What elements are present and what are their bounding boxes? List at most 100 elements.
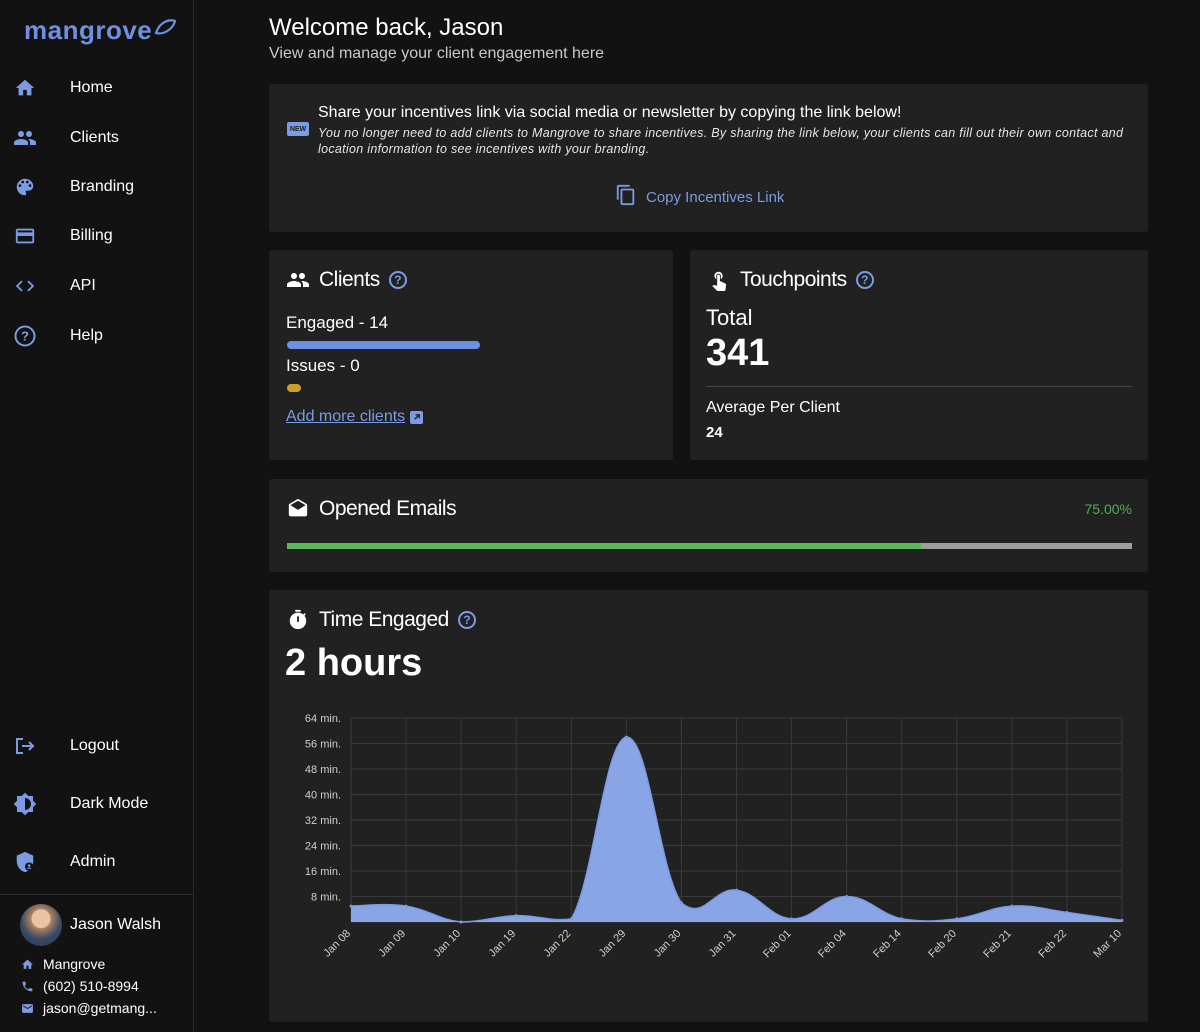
x-tick-label: Feb 01 xyxy=(761,928,794,961)
phone-text: (602) 510-8994 xyxy=(43,978,139,994)
logout-icon xyxy=(13,734,37,758)
chart-data-point xyxy=(845,895,849,898)
x-tick-label: Feb 04 xyxy=(816,928,849,961)
chart-data-point xyxy=(569,917,573,921)
y-tick-label: 56 min. xyxy=(305,739,341,751)
add-more-clients-link[interactable]: Add more clients xyxy=(286,408,424,426)
home-icon xyxy=(20,957,34,971)
time-engaged-value: 2 hours xyxy=(285,642,423,684)
copy-incentives-link-button[interactable]: Copy Incentives Link xyxy=(615,184,784,210)
svg-text:?: ? xyxy=(21,329,29,344)
open-mail-icon xyxy=(286,497,310,521)
x-tick-label: Jan 31 xyxy=(707,928,739,960)
email-text: jason@getmang... xyxy=(43,1000,157,1016)
help-circle-icon: ? xyxy=(13,324,37,348)
engaged-label: Engaged - 14 xyxy=(286,313,389,332)
chart-data-point xyxy=(955,917,959,921)
help-icon[interactable]: ? xyxy=(388,271,407,289)
nav-api[interactable]: API xyxy=(0,264,193,308)
stopwatch-icon xyxy=(286,608,310,632)
nav-label: API xyxy=(70,277,96,294)
nav-dark-mode[interactable]: Dark Mode xyxy=(0,782,193,826)
nav-label: Dark Mode xyxy=(70,795,149,812)
credit-card-icon xyxy=(13,224,37,248)
nav-help[interactable]: ? Help xyxy=(0,314,193,358)
nav-logout[interactable]: Logout xyxy=(0,724,193,768)
y-tick-label: 64 min. xyxy=(305,713,341,725)
chart-data-point xyxy=(624,735,628,739)
nav-admin[interactable]: Admin xyxy=(0,840,193,884)
chart-data-point xyxy=(679,901,683,905)
people-icon xyxy=(13,126,37,150)
copy-icon xyxy=(615,184,637,210)
x-tick-label: Jan 09 xyxy=(376,928,408,960)
user-email: jason@getmang... xyxy=(20,1000,190,1016)
emails-card-title: Opened Emails xyxy=(286,497,457,521)
x-tick-label: Mar 10 xyxy=(1091,928,1124,961)
x-tick-label: Jan 19 xyxy=(486,928,518,960)
share-description: You no longer need to add clients to Man… xyxy=(318,126,1124,156)
nav-label: Branding xyxy=(70,178,135,195)
average-value: 24 xyxy=(706,424,723,441)
new-badge-icon: NEW xyxy=(287,122,309,136)
nav-label: Clients xyxy=(70,129,119,146)
sidebar-divider xyxy=(0,894,193,895)
nav-home[interactable]: Home xyxy=(0,66,193,110)
chart-data-point xyxy=(459,920,463,924)
nav-label: Billing xyxy=(70,227,113,244)
total-value: 341 xyxy=(706,332,770,374)
avatar[interactable] xyxy=(20,904,62,946)
company-text: Mangrove xyxy=(43,956,106,972)
x-tick-label: Jan 29 xyxy=(597,928,629,960)
external-link-icon xyxy=(410,410,424,424)
mail-icon xyxy=(20,1001,34,1015)
nav-branding[interactable]: Branding xyxy=(0,165,193,209)
help-icon[interactable]: ? xyxy=(457,611,476,629)
time-engaged-chart: 8 min. 16 min. 24 min. 32 min. 40 min. 48 min… xyxy=(305,713,1124,961)
chart-data-point xyxy=(900,917,904,921)
x-tick-label: Jan 08 xyxy=(321,928,353,960)
chart-data-point xyxy=(404,904,408,908)
help-icon[interactable]: ? xyxy=(855,271,874,289)
chart-data-point xyxy=(1065,910,1069,914)
code-icon xyxy=(13,274,37,298)
chart-data-point xyxy=(514,914,518,918)
add-clients-label: Add more clients xyxy=(286,408,406,425)
brightness-icon xyxy=(13,792,37,816)
issues-label: Issues - 0 xyxy=(286,356,360,375)
touchpoints-card: Touchpoints ? Total 341 Average Per Clie… xyxy=(690,250,1148,460)
logo-text: mangrove xyxy=(24,14,153,45)
chart-data-point xyxy=(1010,904,1014,908)
x-tick-label: Jan 22 xyxy=(542,928,574,960)
admin-shield-icon xyxy=(13,850,37,874)
time-title-text: Time Engaged xyxy=(319,608,449,631)
opened-progress-track xyxy=(287,543,1132,549)
y-tick-label: 24 min. xyxy=(305,841,341,853)
palette-icon xyxy=(13,175,37,199)
y-tick-label: 48 min. xyxy=(305,764,341,776)
touchpoints-card-title: Touchpoints ? xyxy=(707,268,874,292)
chart-data-point xyxy=(349,904,353,908)
nav-billing[interactable]: Billing xyxy=(0,214,193,258)
chart-data-point xyxy=(735,888,738,892)
nav-label: Home xyxy=(70,79,113,96)
mangrove-logo[interactable]: mangrove xyxy=(24,14,177,46)
y-tick-label: 40 min. xyxy=(305,790,341,802)
clients-card: Clients ? Engaged - 14 Issues - 0 Add mo… xyxy=(269,250,673,460)
user-name: Jason Walsh xyxy=(70,916,161,933)
leaf-icon xyxy=(154,19,177,35)
x-tick-label: Jan 10 xyxy=(431,928,463,960)
x-tick-label: Jan 30 xyxy=(652,928,684,960)
nav-clients[interactable]: Clients xyxy=(0,116,193,160)
x-tick-label: Feb 14 xyxy=(871,928,904,961)
people-icon xyxy=(286,268,310,292)
touchpoints-title-text: Touchpoints xyxy=(740,268,847,291)
y-tick-label: 8 min. xyxy=(311,892,341,904)
opened-progress-fill xyxy=(287,543,921,549)
main-content: Welcome back, Jason View and manage your… xyxy=(194,0,1200,1032)
touch-hand-icon xyxy=(707,268,731,292)
time-engaged-card: Time Engaged ? 2 hours 8 min. 16 min. 24 m… xyxy=(269,590,1148,1022)
user-phone: (602) 510-8994 xyxy=(20,978,190,994)
issues-bar xyxy=(287,384,301,392)
sidebar: mangrove Home Clients Branding Billing A… xyxy=(0,0,194,1032)
